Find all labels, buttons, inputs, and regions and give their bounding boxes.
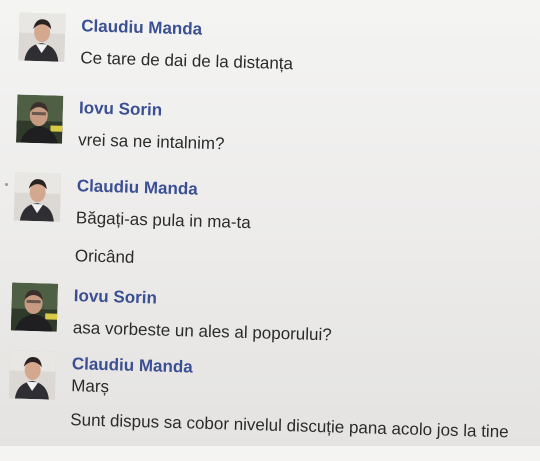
user-avatar-claudiu[interactable] — [18, 12, 66, 62]
user-avatar-sorin[interactable] — [10, 282, 59, 332]
message-text: asa vorbeste un ales al poporului? — [72, 318, 332, 345]
message-author[interactable]: Claudiu Manda — [72, 354, 193, 377]
user-avatar-claudiu[interactable] — [13, 172, 62, 222]
message-text: Sunt dispus sa cobor nivelul discuție pa… — [70, 410, 509, 442]
message-text: Oricând — [74, 246, 135, 267]
message-author[interactable]: Iovu Sorin — [73, 286, 158, 308]
message-author[interactable]: Claudiu Manda — [81, 16, 202, 39]
chat-thread: Claudiu Manda Ce tare de dai de la dista… — [0, 0, 540, 461]
user-avatar-claudiu[interactable] — [8, 350, 57, 400]
message-text: vrei sa ne intalnim? — [77, 130, 225, 154]
message-text: Ce tare de dai de la distanța — [80, 48, 294, 74]
user-avatar-sorin[interactable] — [16, 94, 64, 144]
message-text: Marș — [70, 376, 110, 397]
message-text: Băgați-as pula in ma-ta — [75, 208, 251, 233]
message-author[interactable]: Claudiu Manda — [77, 176, 198, 199]
unread-dot — [5, 183, 8, 186]
message-author[interactable]: Iovu Sorin — [79, 98, 163, 120]
